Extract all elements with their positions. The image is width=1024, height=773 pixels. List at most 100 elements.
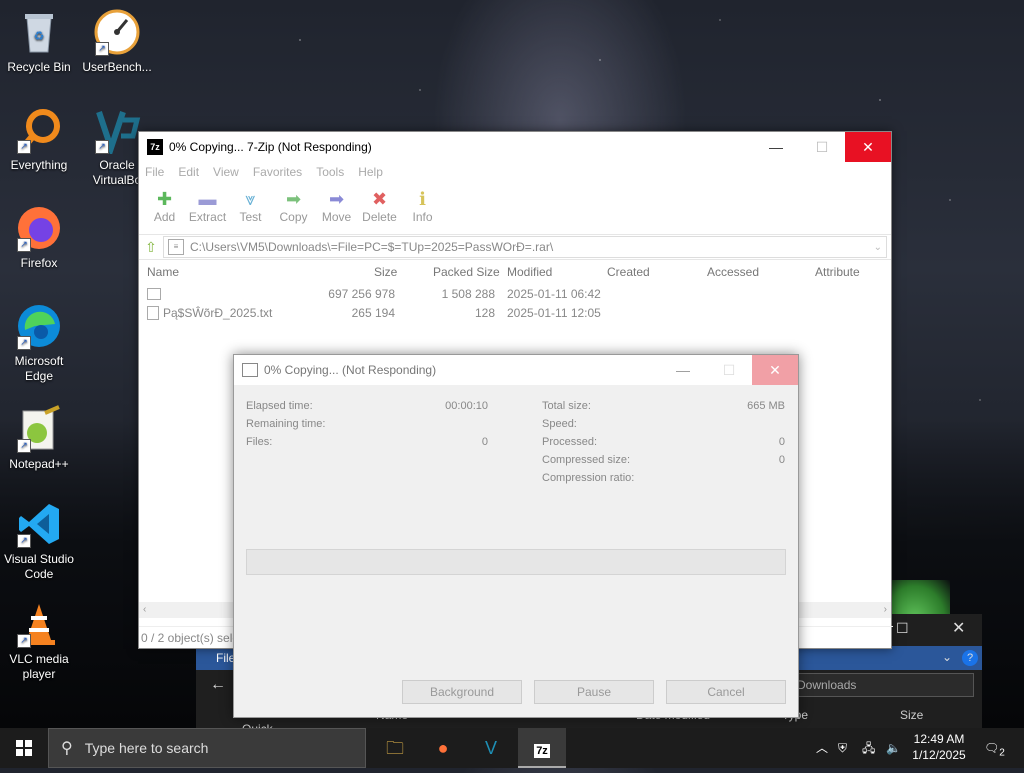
taskbar-virtualbox[interactable]: V <box>467 728 515 768</box>
maximize-button[interactable]: ☐ <box>799 132 845 162</box>
shortcut-arrow-icon: ↗ <box>17 634 31 648</box>
shortcut-arrow-icon: ↗ <box>17 336 31 350</box>
menu-favorites[interactable]: Favorites <box>253 165 302 179</box>
minimize-button[interactable]: — <box>660 355 706 385</box>
column-header-packed-size[interactable]: Packed Size <box>433 265 500 279</box>
menu-view[interactable]: View <box>213 165 239 179</box>
taskbar-firefox[interactable]: ● <box>419 728 467 768</box>
file-name: Pą$SŴõrĐ_2025.txt <box>163 306 273 320</box>
copy-progress-dialog[interactable]: 0% Copying... (Not Responding) — ☐ ✕ Ela… <box>233 354 799 718</box>
back-arrow-icon[interactable]: ← <box>210 676 226 694</box>
menu-file[interactable]: File <box>145 165 164 179</box>
menu-tools[interactable]: Tools <box>316 165 344 179</box>
clock-date: 1/12/2025 <box>912 748 966 762</box>
elapsed-time-label: Elapsed time: <box>246 400 313 412</box>
notification-center-icon[interactable]: 🗨2 <box>984 728 1005 768</box>
text-file-icon <box>147 306 159 320</box>
minimize-button[interactable]: — <box>753 132 799 162</box>
file-size: 697 256 978 <box>328 287 395 301</box>
notepadpp-icon: ↗ <box>15 405 63 453</box>
desktop-icon-vscode[interactable]: ↗ Visual Studio Code <box>1 500 77 582</box>
title-bar[interactable]: 7z 0% Copying... 7-Zip (Not Responding) … <box>139 132 891 162</box>
clock[interactable]: 12:49 AM 1/12/2025 <box>900 731 978 763</box>
sevenzip-icon: 7z <box>534 744 550 758</box>
sevenzip-app-icon: 7z <box>147 139 163 155</box>
copy-button[interactable]: ➡ Copy <box>272 182 315 234</box>
pause-button[interactable]: Pause <box>534 680 654 704</box>
chevron-up-icon[interactable]: ︿ <box>816 728 828 768</box>
cancel-button[interactable]: Cancel <box>666 680 786 704</box>
minus-icon: ▬ <box>198 189 217 209</box>
test-button[interactable]: ⩔ Test <box>229 182 272 234</box>
svg-text:♻: ♻ <box>34 29 45 43</box>
close-icon[interactable]: ✕ <box>952 618 965 638</box>
scroll-right-icon[interactable]: › <box>884 602 887 618</box>
taskbar-file-explorer[interactable]: 🗀 <box>371 728 419 768</box>
address-bar: ⇧ ≡ C:\Users\VM5\Downloads\=File=PC=$=TU… <box>139 235 891 260</box>
compressed-size-label: Compressed size: <box>542 454 631 466</box>
processed-label: Processed: <box>542 436 598 448</box>
files-value: 0 <box>481 436 488 448</box>
toolbar: ✚ Add ▬ Extract ⩔ Test ➡ Copy ➡ Move ✖ Delete … <box>139 182 891 235</box>
desktop-icon-everything[interactable]: ↗ Everything <box>1 106 77 173</box>
window-title: 0% Copying... 7-Zip (Not Responding) <box>169 140 372 154</box>
chevron-down-icon[interactable]: ⌄ <box>874 242 882 253</box>
delete-button[interactable]: ✖ Delete <box>358 182 401 234</box>
taskbar-7zip[interactable]: 7z <box>518 728 566 768</box>
maximize-button[interactable]: ☐ <box>706 355 752 385</box>
help-icon[interactable]: ? <box>962 650 978 666</box>
dialog-title-bar[interactable]: 0% Copying... (Not Responding) — ☐ ✕ <box>234 355 798 385</box>
close-button[interactable]: ✕ <box>752 355 798 385</box>
security-icon[interactable]: ⛨ <box>838 728 847 768</box>
column-header-modified[interactable]: Modified <box>507 265 552 279</box>
column-header-size[interactable]: Size <box>900 708 923 722</box>
chevron-down-icon[interactable]: ⌄ <box>942 650 952 664</box>
firefox-icon: ● <box>437 738 449 758</box>
desktop-icon-firefox[interactable]: ↗ Firefox <box>1 204 77 271</box>
edge-icon: ↗ <box>15 302 63 350</box>
files-label: Files: <box>246 436 273 448</box>
network-icon[interactable]: 🖧 <box>862 728 875 768</box>
desktop-icon-label: Notepad++ <box>9 457 69 471</box>
shortcut-arrow-icon: ↗ <box>17 439 31 453</box>
address-input[interactable]: ≡ C:\Users\VM5\Downloads\=File=PC=$=TUp=… <box>163 236 887 258</box>
tool-label: Move <box>321 210 352 224</box>
desktop-icon-edge[interactable]: ↗ Microsoft Edge <box>1 302 77 384</box>
column-header-size[interactable]: Size <box>374 265 397 279</box>
move-button[interactable]: ➡ Move <box>315 182 358 234</box>
search-input[interactable]: rch Downloads <box>772 673 974 697</box>
menu-edit[interactable]: Edit <box>178 165 199 179</box>
column-header-attribute[interactable]: Attribute <box>815 265 860 279</box>
desktop-icon-notepadpp[interactable]: ↗ Notepad++ <box>1 405 77 472</box>
column-header-name[interactable]: Name <box>147 265 179 279</box>
firefox-icon: ↗ <box>15 204 63 252</box>
add-button[interactable]: ✚ Add <box>143 182 186 234</box>
table-row[interactable]: 697 256 978 1 508 288 2025-01-11 06:42 <box>139 284 891 303</box>
desktop-icon-recycle-bin[interactable]: ♻ Recycle Bin <box>1 8 77 75</box>
table-row[interactable]: Pą$SŴõrĐ_2025.txt 265 194 128 2025-01-11… <box>139 303 891 322</box>
column-header-accessed[interactable]: Accessed <box>707 265 759 279</box>
maximize-icon[interactable]: ☐ <box>896 620 909 637</box>
scroll-left-icon[interactable]: ‹ <box>143 602 146 618</box>
check-down-icon: ⩔ <box>245 189 256 209</box>
close-button[interactable]: ✕ <box>845 132 891 162</box>
column-header-created[interactable]: Created <box>607 265 650 279</box>
background-button[interactable]: Background <box>402 680 522 704</box>
remaining-time-label: Remaining time: <box>246 418 326 430</box>
menu-help[interactable]: Help <box>358 165 383 179</box>
volume-muted-icon[interactable]: 🔈 <box>886 728 901 768</box>
file-icon <box>147 288 161 300</box>
info-icon: ℹ <box>419 189 426 209</box>
extract-button[interactable]: ▬ Extract <box>186 182 229 234</box>
desktop-icon-userbenchmark[interactable]: ↗ UserBench... <box>79 8 155 75</box>
arrow-right-icon: ➡ <box>285 189 302 209</box>
info-button[interactable]: ℹ Info <box>401 182 444 234</box>
desktop-icon-vlc[interactable]: ↗ VLC media player <box>1 600 77 682</box>
shortcut-arrow-icon: ↗ <box>95 42 109 56</box>
folder-up-icon[interactable]: ⇧ <box>139 239 163 256</box>
desktop-icon-label: Recycle Bin <box>7 60 71 74</box>
file-size: 265 194 <box>351 306 395 320</box>
taskbar-search-input[interactable]: ⚲ Type here to search <box>48 728 366 768</box>
start-button[interactable] <box>0 728 48 768</box>
archive-icon: ≡ <box>168 239 184 255</box>
